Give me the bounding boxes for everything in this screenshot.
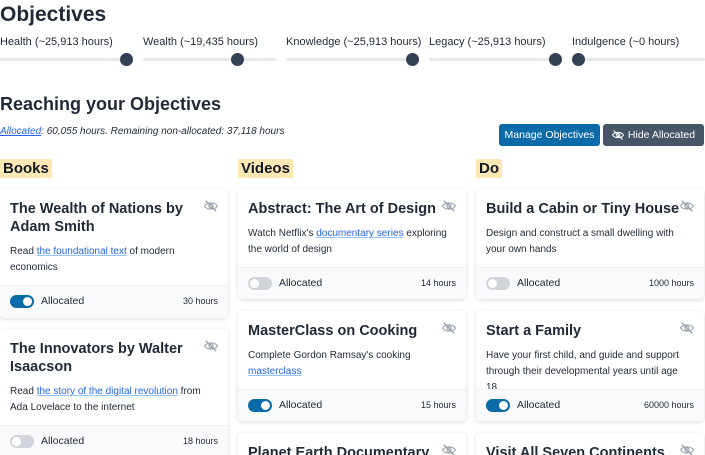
hours-label: 18 hours <box>182 436 218 446</box>
slider-wealth[interactable]: Wealth (~19,435 hours) <box>143 36 276 66</box>
slider-track[interactable] <box>572 58 705 61</box>
card-description: Watch Netflix's documentary series explo… <box>248 226 453 258</box>
slider-knowledge[interactable]: Knowledge (~25,913 hours) <box>286 36 422 66</box>
allocation-summary-text: : 60,055 hours. Remaining non-allocated:… <box>41 126 285 137</box>
card-desc-link[interactable]: the foundational text <box>37 246 127 257</box>
card-desc-link[interactable]: the story of the digital revolution <box>37 386 178 397</box>
allocated-label: Allocated <box>41 295 85 307</box>
eye-off-icon <box>611 130 624 140</box>
reaching-title: Reaching your Objectives <box>0 94 222 114</box>
objective-card: Abstract: The Art of Design Watch Netfli… <box>238 189 466 299</box>
eye-off-icon[interactable] <box>442 444 456 455</box>
card-footer: Allocated 14 hours <box>238 267 466 299</box>
slider-health-label: Health (~25,913 hours) <box>0 36 113 48</box>
allocated-label: Allocated <box>279 277 323 289</box>
slider-legacy-label: Legacy (~25,913 hours) <box>429 36 546 48</box>
slider-knob[interactable] <box>120 53 133 66</box>
card-description: Design and construct a small dwelling wi… <box>486 228 674 255</box>
eye-off-icon[interactable] <box>442 322 456 334</box>
allocated-toggle[interactable] <box>486 277 510 290</box>
slider-knob[interactable] <box>549 53 562 66</box>
card-description: Complete Gordon Ramsay's cooking masterc… <box>248 348 453 380</box>
card-description: Read the foundational text of modern eco… <box>10 244 215 276</box>
hours-label: 30 hours <box>182 296 218 306</box>
card-title: The Wealth of Nations by Adam Smith <box>10 201 183 235</box>
hours-label: 15 hours <box>420 400 456 410</box>
objective-card: MasterClass on Cooking Complete Gordon R… <box>238 311 466 421</box>
card-description: Read the story of the digital revolution… <box>10 384 215 416</box>
slider-knob[interactable] <box>406 53 419 66</box>
allocated-label: Allocated <box>279 399 323 411</box>
eye-off-icon[interactable] <box>680 200 694 212</box>
objective-card: The Innovators by Walter Isaacson Read t… <box>0 329 228 455</box>
hours-label: 60000 hours <box>643 400 694 410</box>
slider-track[interactable] <box>0 58 133 61</box>
allocated-toggle[interactable] <box>248 399 272 412</box>
manage-objectives-button[interactable]: Manage Objectives <box>499 124 600 146</box>
card-title: Visit All Seven Continents <box>486 445 665 455</box>
column-heading-videos: Videos <box>238 159 293 178</box>
card-title: Planet Earth Documentary <box>248 445 430 455</box>
card-desc-link[interactable]: masterclass <box>248 366 301 377</box>
hide-allocated-label: Hide Allocated <box>627 129 696 141</box>
allocated-link[interactable]: Allocated <box>0 126 41 137</box>
allocation-summary: Allocated: 60,055 hours. Remaining non-a… <box>0 126 284 137</box>
objective-card: Start a Family Have your first child, an… <box>476 311 704 421</box>
eye-off-icon[interactable] <box>680 444 694 455</box>
objective-card: Visit All Seven Continents <box>476 433 704 455</box>
card-desc-text: Read <box>10 246 37 257</box>
column-heading-books: Books <box>0 159 52 178</box>
slider-indulgence-label: Indulgence (~0 hours) <box>572 36 680 48</box>
allocated-label: Allocated <box>41 435 85 447</box>
allocated-toggle[interactable] <box>10 295 34 308</box>
hours-label: 1000 hours <box>648 278 694 288</box>
slider-knowledge-label: Knowledge (~25,913 hours) <box>286 36 422 48</box>
slider-legacy[interactable]: Legacy (~25,913 hours) <box>429 36 562 66</box>
objective-card: Planet Earth Documentary <box>238 433 466 455</box>
eye-off-icon[interactable] <box>442 200 456 212</box>
card-footer: Allocated 18 hours <box>0 425 228 455</box>
slider-track[interactable] <box>429 58 562 61</box>
allocated-toggle[interactable] <box>486 399 510 412</box>
objectives-title: Objectives <box>0 3 107 26</box>
card-footer: Allocated 15 hours <box>238 389 466 421</box>
allocated-toggle[interactable] <box>248 277 272 290</box>
card-desc-text: Complete Gordon Ramsay's cooking <box>248 350 411 361</box>
objective-card: Build a Cabin or Tiny House Design and c… <box>476 189 704 299</box>
slider-indulgence[interactable]: Indulgence (~0 hours) <box>572 36 705 66</box>
card-title: Build a Cabin or Tiny House <box>486 201 680 217</box>
hours-label: 14 hours <box>420 278 456 288</box>
card-desc-text: Watch Netflix's <box>248 228 317 239</box>
slider-track[interactable] <box>286 58 419 61</box>
card-desc-text: Read <box>10 386 37 397</box>
objective-card: The Wealth of Nations by Adam Smith Read… <box>0 189 228 318</box>
eye-off-icon[interactable] <box>680 322 694 334</box>
allocated-label: Allocated <box>517 277 561 289</box>
eye-off-icon[interactable] <box>204 340 218 352</box>
slider-health[interactable]: Health (~25,913 hours) <box>0 36 133 66</box>
card-title: Abstract: The Art of Design <box>248 201 436 217</box>
slider-knob[interactable] <box>231 53 244 66</box>
card-footer: Allocated 30 hours <box>0 285 228 317</box>
card-title: Start a Family <box>486 323 582 339</box>
hide-allocated-button[interactable]: Hide Allocated <box>603 124 704 146</box>
card-title: The Innovators by Walter Isaacson <box>10 341 183 375</box>
slider-knob[interactable] <box>572 53 585 66</box>
card-footer: Allocated 60000 hours <box>476 389 704 421</box>
card-footer: Allocated 1000 hours <box>476 267 704 299</box>
card-desc-link[interactable]: documentary series <box>316 228 403 239</box>
card-title: MasterClass on Cooking <box>248 323 418 339</box>
column-heading-do: Do <box>476 159 502 178</box>
allocated-label: Allocated <box>517 399 561 411</box>
slider-track[interactable] <box>143 58 276 61</box>
slider-wealth-label: Wealth (~19,435 hours) <box>143 36 259 48</box>
allocated-toggle[interactable] <box>10 435 34 448</box>
eye-off-icon[interactable] <box>204 200 218 212</box>
